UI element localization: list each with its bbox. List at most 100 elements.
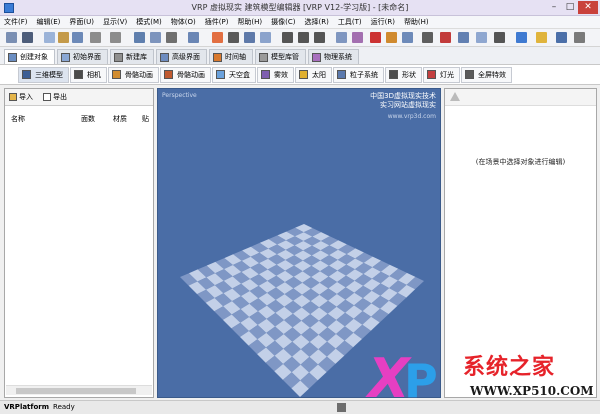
- preview-icon[interactable]: [476, 32, 487, 43]
- properties-panel: (在场景中选择对象进行编辑): [444, 88, 597, 398]
- render-icon[interactable]: [402, 32, 413, 43]
- menu-help-1[interactable]: 帮助(H): [237, 17, 262, 27]
- move-icon[interactable]: [282, 32, 293, 43]
- close-button[interactable]: ✕: [578, 1, 598, 14]
- watermark-logo-p: P: [404, 354, 438, 408]
- model3d-icon: [22, 70, 31, 79]
- light-icon[interactable]: [386, 32, 397, 43]
- play-icon[interactable]: [166, 32, 177, 43]
- tab-initial-ui[interactable]: 初始界面: [57, 49, 108, 64]
- open-icon[interactable]: [6, 32, 17, 43]
- view-icon[interactable]: [150, 32, 161, 43]
- menu-run[interactable]: 运行(R): [371, 17, 395, 27]
- import-icon: [9, 93, 17, 101]
- menu-mode[interactable]: 模式(M): [136, 17, 162, 27]
- menu-view[interactable]: 显示(V): [103, 17, 127, 27]
- column-name[interactable]: 名称: [11, 114, 25, 124]
- measure-icon[interactable]: [422, 32, 433, 43]
- scale-icon[interactable]: [314, 32, 325, 43]
- tab-new-library[interactable]: 新建库: [110, 49, 154, 64]
- scrollbar-thumb[interactable]: [16, 388, 136, 394]
- texture-icon[interactable]: [260, 32, 271, 43]
- export-icon[interactable]: [458, 32, 469, 43]
- minimize-button[interactable]: –: [546, 1, 562, 14]
- status-brand: VRPlatform: [4, 403, 50, 411]
- viewport-mode-label: Perspective: [162, 92, 197, 99]
- horizontal-scrollbar[interactable]: [6, 385, 152, 395]
- object-icon[interactable]: [188, 32, 199, 43]
- column-faces[interactable]: 面数: [81, 114, 95, 124]
- advanced-icon: [160, 52, 169, 62]
- viewport-info-line-1: 中国3D虚拟现实技术: [370, 92, 436, 100]
- menu-object[interactable]: 物体(O): [171, 17, 196, 27]
- properties-toolbar: [445, 89, 596, 106]
- status-state: Ready: [53, 403, 75, 411]
- tab-model-library[interactable]: 模型库管: [255, 49, 306, 64]
- rotate-icon[interactable]: [298, 32, 309, 43]
- cube-icon: [8, 52, 17, 62]
- menu-interface[interactable]: 界面(U): [69, 17, 94, 27]
- library-icon: [114, 52, 123, 62]
- info-icon[interactable]: [556, 32, 567, 43]
- select-icon[interactable]: [212, 32, 223, 43]
- panel-icon[interactable]: [72, 32, 83, 43]
- column-texture[interactable]: 贴: [142, 114, 149, 124]
- tab-create-object[interactable]: 创建对象: [4, 49, 55, 64]
- status-bar: VRPlatform Ready: [0, 400, 600, 414]
- properties-hint: (在场景中选择对象进行编辑): [475, 158, 566, 166]
- lock-icon[interactable]: [494, 32, 505, 43]
- maximize-button[interactable]: □: [562, 1, 578, 14]
- grid-icon[interactable]: [44, 32, 55, 43]
- tab-fullscreen-fx[interactable]: 全屏特效: [461, 66, 512, 83]
- menu-plugin[interactable]: 插件(P): [205, 17, 229, 27]
- menu-help-2[interactable]: 帮助(H): [404, 17, 429, 27]
- viewport-info: 中国3D虚拟现实技术 实习网站虚拟现实: [370, 92, 436, 110]
- object-type-tab-bar: 三维模型 相机 骨骼动画 骨骼动画 天空盒 雾效 太阳 粒子系统 形状 灯光 全…: [0, 65, 600, 85]
- menu-edit[interactable]: 编辑(E): [37, 17, 61, 27]
- export-icon: [43, 93, 51, 101]
- particle-icon: [337, 70, 346, 79]
- tab-physics[interactable]: 物理系统: [308, 49, 359, 64]
- camera-icon[interactable]: [134, 32, 145, 43]
- tab-advanced-ui[interactable]: 高级界面: [156, 49, 207, 64]
- delete-icon[interactable]: [370, 32, 381, 43]
- tab-sun[interactable]: 太阳: [295, 66, 332, 83]
- save-icon[interactable]: [22, 32, 33, 43]
- tab-shape[interactable]: 形状: [385, 66, 422, 83]
- bulb-icon: [427, 70, 436, 79]
- tab-3d-model[interactable]: 三维模型: [18, 66, 69, 83]
- lasso-icon[interactable]: [228, 32, 239, 43]
- tab-skybox[interactable]: 天空盒: [212, 66, 256, 83]
- material-icon[interactable]: [244, 32, 255, 43]
- effects-icon: [465, 70, 474, 79]
- top-tab-bar: 创建对象 初始界面 新建库 高级界面 时间轴 模型库管 物理系统: [0, 47, 600, 65]
- column-material[interactable]: 材质: [113, 114, 127, 124]
- tab-camera[interactable]: 相机: [70, 66, 107, 83]
- menu-select[interactable]: 选择(R): [305, 17, 329, 27]
- import-button[interactable]: 导入: [9, 92, 33, 102]
- snap-icon[interactable]: [336, 32, 347, 43]
- tab-fog[interactable]: 雾效: [257, 66, 294, 83]
- settings-icon[interactable]: [536, 32, 547, 43]
- status-left: VRPlatform Ready: [4, 403, 75, 411]
- layout-icon[interactable]: [58, 32, 69, 43]
- menu-file[interactable]: 文件(F): [4, 17, 28, 27]
- tab-bone-animation[interactable]: 骨骼动画: [160, 66, 211, 83]
- menu-tools[interactable]: 工具(T): [338, 17, 362, 27]
- publish-icon[interactable]: [516, 32, 527, 43]
- watermark-logo-x: X: [368, 347, 410, 410]
- tab-timeline[interactable]: 时间轴: [209, 49, 253, 64]
- tab-light[interactable]: 灯光: [423, 66, 460, 83]
- help-icon[interactable]: [574, 32, 585, 43]
- tab-skeleton[interactable]: 骨骼动画: [108, 66, 159, 83]
- tab-particles[interactable]: 粒子系统: [333, 66, 384, 83]
- object-list-panel: 导入 导出 名称 面数 材质 贴: [4, 88, 154, 398]
- export-button[interactable]: 导出: [43, 92, 67, 102]
- redo-icon[interactable]: [110, 32, 121, 43]
- menu-camera[interactable]: 摄像(C): [271, 17, 295, 27]
- status-icon: [337, 403, 346, 412]
- undo-icon[interactable]: [90, 32, 101, 43]
- clock-icon: [213, 52, 222, 62]
- stop-icon[interactable]: [440, 32, 451, 43]
- align-icon[interactable]: [352, 32, 363, 43]
